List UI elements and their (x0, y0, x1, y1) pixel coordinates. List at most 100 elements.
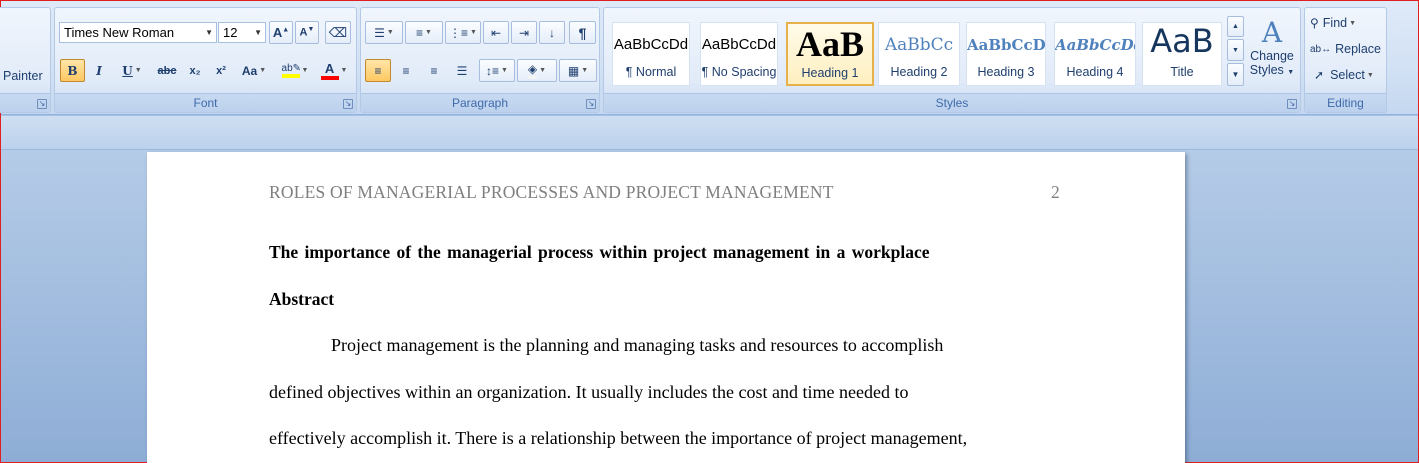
bold-button[interactable]: B (60, 59, 85, 82)
justify-button[interactable]: ☰ (449, 59, 475, 82)
document-area: ROLES OF MANAGERIAL PROCESSES AND PROJEC… (1, 116, 1418, 463)
eraser-icon: ⌫ (328, 24, 348, 40)
borders-button[interactable]: ▦ ▼ (559, 59, 597, 82)
underline-button[interactable]: U ▼ (113, 59, 151, 82)
editing-group: ⚲ Find ▼ ab↔ Replace ➚ Select ▼ Editing (1304, 7, 1387, 113)
editing-group-label: Editing (1305, 93, 1386, 112)
underline-label: U (122, 63, 133, 78)
page-number: 2 (1051, 182, 1060, 202)
font-name-combo[interactable]: Times New Roman ▼ (59, 22, 217, 43)
font-group: Times New Roman ▼ 12 ▼ A▲ A▼ ⌫ B I U ▼ a… (54, 7, 357, 113)
style-no-spacing[interactable]: AaBbCcDd ¶ No Spacing (700, 22, 778, 86)
style-sample: AaBbCcD (967, 36, 1045, 54)
chevron-down-icon: ▼ (1349, 19, 1357, 27)
styles-launcher-icon[interactable]: ↘ (1287, 99, 1297, 109)
format-painter-button[interactable]: Painter (2, 66, 48, 86)
style-sample: AaBbCcDd (613, 36, 689, 53)
replace-label: Replace (1335, 42, 1381, 56)
change-styles-line1: Change (1250, 49, 1294, 63)
italic-label: I (96, 63, 102, 78)
bold-label: B (67, 63, 78, 78)
strikethrough-button[interactable]: abc (153, 59, 181, 82)
styles-group-label: Styles (604, 93, 1300, 112)
style-sample: AaBbCc (884, 35, 954, 55)
paragraph-group: ☰ ▼ ≡ ▼ ⋮≡ ▼ ⇤ ⇥ ↓ ¶ ≡ ≡ ≡ ☰ ↕≡ ▼ ◈ ▼ ▦ … (360, 7, 600, 113)
chevron-down-icon: ▼ (259, 67, 267, 74)
document-heading: The importance of the managerial process… (269, 242, 930, 262)
multilevel-list-button[interactable]: ⋮≡ ▼ (445, 21, 481, 44)
italic-button[interactable]: I (87, 59, 111, 82)
binoculars-icon: ⚲ (1310, 16, 1319, 30)
increase-indent-icon: ⇥ (518, 25, 530, 40)
chevron-down-icon: ▼ (386, 29, 394, 36)
align-center-button[interactable]: ≡ (393, 59, 419, 82)
chevron-down-icon: ▼ (340, 67, 348, 74)
document-page[interactable]: ROLES OF MANAGERIAL PROCESSES AND PROJEC… (147, 152, 1185, 463)
shrink-font-button[interactable]: A▼ (295, 21, 319, 44)
replace-button[interactable]: ab↔ Replace (1309, 38, 1383, 60)
font-launcher-icon[interactable]: ↘ (343, 99, 353, 109)
style-name: ¶ Normal (625, 65, 677, 79)
style-sample: AaBbCcDd (701, 36, 777, 53)
sort-button[interactable]: ↓ (539, 21, 565, 44)
chevron-down-icon: ▼ (1232, 46, 1239, 54)
styles-scroll-down-button[interactable]: ▼ (1227, 39, 1244, 61)
sort-icon: ↓ (549, 25, 555, 40)
clear-formatting-button[interactable]: ⌫ (325, 21, 351, 44)
style-normal[interactable]: AaBbCcDd ¶ Normal (612, 22, 690, 86)
superscript-button[interactable]: x² (209, 59, 233, 82)
style-heading-1[interactable]: AaB Heading 1 (786, 22, 874, 86)
grow-font-button[interactable]: A▲ (269, 21, 293, 44)
grow-font-icon: A▲ (272, 25, 290, 40)
border-icon: ▦ (567, 63, 580, 78)
style-name: Heading 1 (801, 66, 859, 80)
style-heading-3[interactable]: AaBbCcD Heading 3 (966, 22, 1046, 86)
style-heading-2[interactable]: AaBbCc Heading 2 (878, 22, 960, 86)
numbering-button[interactable]: ≡ ▼ (405, 21, 443, 44)
more-icon: ▼ (1231, 70, 1240, 79)
select-button[interactable]: ➚ Select ▼ (1309, 64, 1383, 86)
font-color-button[interactable]: A ▼ (315, 59, 353, 82)
ribbon: Painter ↘ Times New Roman ▼ 12 ▼ A▲ A▼ ⌫… (0, 1, 1418, 115)
font-name-value: Times New Roman (64, 25, 175, 40)
abstract-heading: Abstract (269, 289, 335, 309)
change-case-button[interactable]: Aa ▼ (237, 59, 271, 82)
style-sample: AaB (795, 24, 864, 64)
align-center-icon: ≡ (402, 63, 410, 78)
bullets-button[interactable]: ☰ ▼ (365, 21, 403, 44)
decrease-indent-button[interactable]: ⇤ (483, 21, 509, 44)
align-right-button[interactable]: ≡ (421, 59, 447, 82)
line-spacing-button[interactable]: ↕≡ ▼ (479, 59, 515, 82)
align-left-button[interactable]: ≡ (365, 59, 391, 82)
subscript-label: x₂ (189, 64, 201, 77)
styles-group: AaBbCcDd ¶ Normal AaBbCcDd ¶ No Spacing … (603, 7, 1301, 113)
style-heading-4[interactable]: AaBbCcDd Heading 4 (1054, 22, 1136, 86)
chevron-down-icon: ▼ (134, 67, 142, 74)
body-line: effectively accomplish it. There is a re… (269, 428, 968, 448)
font-size-value: 12 (223, 25, 238, 40)
subscript-button[interactable]: x₂ (183, 59, 207, 82)
clipboard-launcher-icon[interactable]: ↘ (37, 99, 47, 109)
font-size-combo[interactable]: 12 ▼ (218, 22, 266, 43)
chevron-down-icon: ▼ (539, 67, 547, 74)
style-title[interactable]: AaB Title (1142, 22, 1222, 86)
multilevel-list-icon: ⋮≡ (449, 25, 469, 40)
justify-icon: ☰ (456, 63, 468, 78)
paragraph-launcher-icon[interactable]: ↘ (586, 99, 596, 109)
find-button[interactable]: ⚲ Find ▼ (1309, 12, 1383, 34)
change-case-label: Aa (241, 63, 258, 78)
style-sample: AaB (1150, 23, 1214, 60)
styles-scroll-up-button[interactable]: ▲ (1227, 16, 1244, 37)
change-styles-button[interactable]: A Change Styles ▼ (1246, 14, 1298, 92)
shading-button[interactable]: ◈ ▼ (517, 59, 557, 82)
style-name: Heading 2 (890, 65, 948, 79)
chevron-down-icon: ▼ (581, 67, 589, 74)
styles-more-button[interactable]: ▼ (1227, 63, 1244, 86)
increase-indent-button[interactable]: ⇥ (511, 21, 537, 44)
highlight-button[interactable]: ab✎ ▼ (275, 59, 315, 82)
style-name: Heading 4 (1066, 65, 1124, 79)
cursor-arrow-icon: ➚ (1314, 68, 1325, 82)
align-right-icon: ≡ (430, 63, 438, 78)
replace-icon: ab↔ (1310, 43, 1332, 55)
show-hide-button[interactable]: ¶ (569, 21, 596, 44)
